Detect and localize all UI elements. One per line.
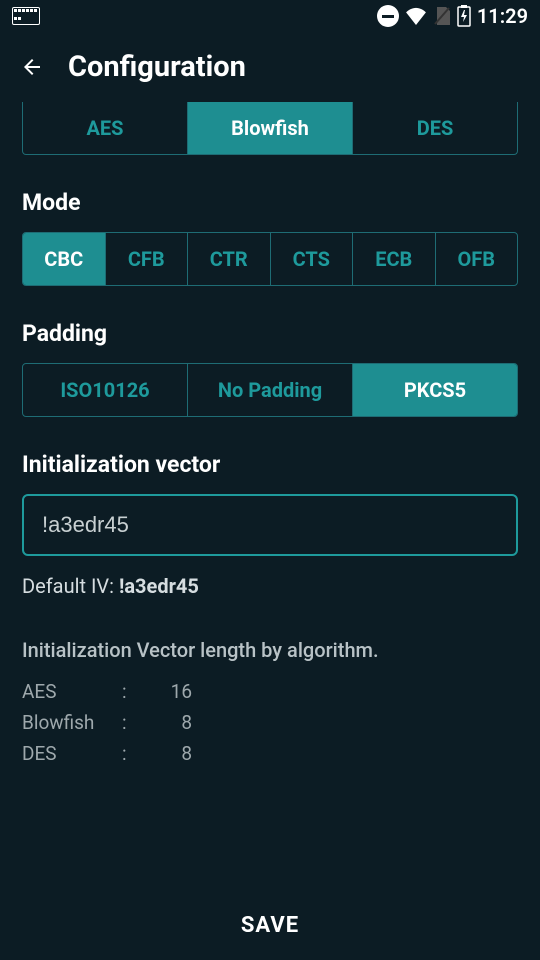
default-iv-text: Default IV: !a3edr45 xyxy=(22,574,518,598)
padding-option-pkcs5[interactable]: PKCS5 xyxy=(352,364,517,416)
padding-segmented: ISO10126 No Padding PKCS5 xyxy=(22,363,518,417)
iv-label: Initialization vector xyxy=(22,451,518,478)
table-row: DES : 8 xyxy=(22,738,518,769)
iv-sep-cell: : xyxy=(122,742,152,765)
mode-segmented: CBC CFB CTR CTS ECB OFB xyxy=(22,232,518,286)
padding-label: Padding xyxy=(22,320,518,347)
table-row: AES : 16 xyxy=(22,676,518,707)
iv-sep-cell: : xyxy=(122,680,152,703)
iv-sep-cell: : xyxy=(122,711,152,734)
iv-len-cell: 8 xyxy=(152,742,192,765)
back-button[interactable] xyxy=(20,55,44,79)
iv-input[interactable] xyxy=(22,494,518,556)
status-bar: 11:29 xyxy=(0,0,540,32)
padding-option-iso10126[interactable]: ISO10126 xyxy=(23,364,187,416)
iv-info-title: Initialization Vector length by algorith… xyxy=(22,638,518,662)
status-time: 11:29 xyxy=(477,4,528,28)
iv-length-table: AES : 16 Blowfish : 8 DES : 8 xyxy=(22,676,518,769)
mode-label: Mode xyxy=(22,189,518,216)
no-sim-icon xyxy=(433,6,451,26)
mode-option-ctr[interactable]: CTR xyxy=(187,233,270,285)
keyboard-icon xyxy=(12,7,40,25)
default-iv-prefix: Default IV: xyxy=(22,574,119,598)
page-title: Configuration xyxy=(68,50,246,84)
iv-algo-cell: Blowfish xyxy=(22,711,122,734)
iv-algo-cell: DES xyxy=(22,742,122,765)
padding-option-nopadding[interactable]: No Padding xyxy=(187,364,352,416)
algorithm-option-blowfish[interactable]: Blowfish xyxy=(187,102,352,154)
mode-option-cts[interactable]: CTS xyxy=(270,233,353,285)
default-iv-value: !a3edr45 xyxy=(119,574,199,598)
iv-algo-cell: AES xyxy=(22,680,122,703)
algorithm-option-des[interactable]: DES xyxy=(352,102,517,154)
table-row: Blowfish : 8 xyxy=(22,707,518,738)
arrow-left-icon xyxy=(20,54,44,80)
battery-charging-icon xyxy=(457,5,471,27)
mode-option-ecb[interactable]: ECB xyxy=(352,233,435,285)
save-button[interactable]: SAVE xyxy=(0,891,540,960)
wifi-icon xyxy=(405,7,427,25)
app-header: Configuration xyxy=(0,32,540,102)
mode-option-cfb[interactable]: CFB xyxy=(105,233,188,285)
mode-option-ofb[interactable]: OFB xyxy=(435,233,518,285)
algorithm-option-aes[interactable]: AES xyxy=(23,102,187,154)
iv-len-cell: 16 xyxy=(152,680,192,703)
algorithm-segmented: AES Blowfish DES xyxy=(22,102,518,155)
do-not-disturb-icon xyxy=(377,5,399,27)
mode-option-cbc[interactable]: CBC xyxy=(23,233,105,285)
iv-len-cell: 8 xyxy=(152,711,192,734)
